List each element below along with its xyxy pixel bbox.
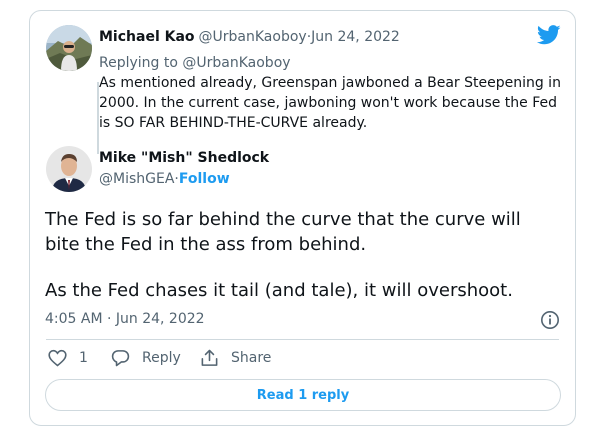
share-icon <box>201 349 218 366</box>
like-button[interactable]: 1 <box>48 349 88 367</box>
author-name[interactable]: Mike "Mish" Shedlock <box>99 150 269 166</box>
replying-to-line: Replying to @UrbanKaoboy <box>99 52 291 71</box>
tweet-text-paragraph: The Fed is so far behind the curve that … <box>45 209 521 255</box>
author-handle[interactable]: @MishGEA <box>99 171 174 187</box>
like-count: 1 <box>79 350 88 366</box>
follow-button[interactable]: Follow <box>179 171 230 187</box>
author-handle[interactable]: @UrbanKaoboy <box>199 29 307 45</box>
share-button[interactable]: Share <box>200 349 271 367</box>
tweet-timestamp[interactable]: 4:05 AM · Jun 24, 2022 <box>45 311 205 327</box>
reply-label: Reply <box>142 350 181 366</box>
tweet-text-paragraph: As the Fed chases it tail (and tale), it… <box>45 280 513 301</box>
replying-to-handle[interactable]: @UrbanKaoboy <box>182 55 290 71</box>
replying-prefix: Replying to <box>99 55 183 71</box>
heart-icon <box>48 349 67 367</box>
reply-button[interactable]: Reply <box>111 349 181 367</box>
avatar[interactable] <box>46 25 92 71</box>
twitter-bird-icon[interactable] <box>536 25 561 45</box>
author-name[interactable]: Michael Kao <box>99 29 195 45</box>
avatar[interactable] <box>46 146 92 192</box>
parent-tweet-header: Michael Kao @UrbanKaoboy · Jun 24, 2022 <box>99 29 400 45</box>
author-handle-line: @MishGEA · Follow <box>99 171 230 187</box>
speech-bubble-icon <box>111 350 130 367</box>
tweet-date[interactable]: Jun 24, 2022 <box>311 29 400 45</box>
share-label: Share <box>231 350 272 366</box>
divider <box>46 339 559 340</box>
info-icon[interactable] <box>540 310 560 330</box>
embedded-tweet-card: Michael Kao @UrbanKaoboy · Jun 24, 2022 … <box>29 10 576 426</box>
parent-tweet-text: As mentioned already, Greenspan jawboned… <box>99 75 561 131</box>
read-replies-button[interactable]: Read 1 reply <box>45 379 561 411</box>
